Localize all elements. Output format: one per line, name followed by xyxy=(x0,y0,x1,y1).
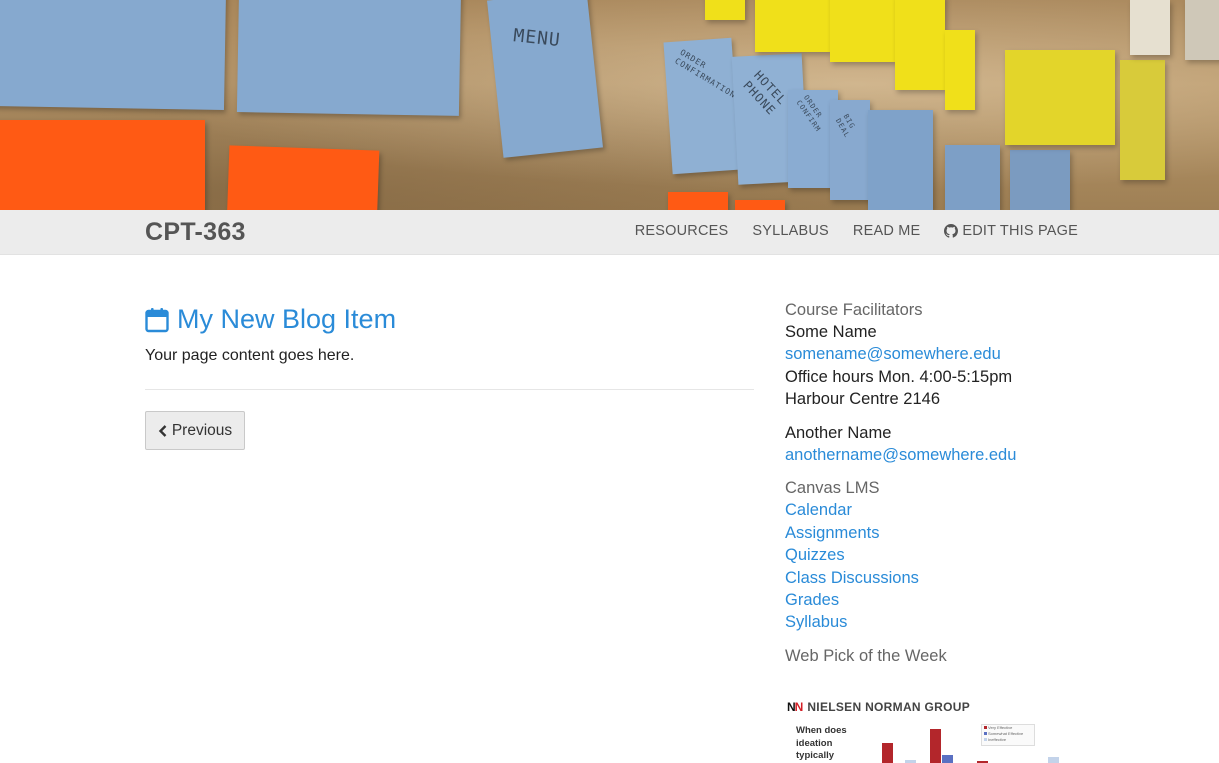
nng-logo: NN NIELSEN NORMAN GROUP xyxy=(787,700,970,714)
sticky-note xyxy=(945,30,975,110)
nav-link-label: RESOURCES xyxy=(634,223,729,239)
post-body: Your page content goes here. xyxy=(145,347,355,364)
previous-button-label: Previous xyxy=(171,421,233,439)
web-pick-image[interactable]: NN NIELSEN NORMAN GROUP When does ideati… xyxy=(785,697,1065,763)
sticky-note-menu: MENU xyxy=(487,0,603,158)
facilitator-email-link[interactable]: somename@somewhere.edu xyxy=(785,343,1085,365)
chevron-left-icon xyxy=(158,424,167,437)
sticky-note xyxy=(830,0,895,62)
sticky-note xyxy=(668,192,728,210)
sticky-note: BIG DEAL xyxy=(830,100,870,200)
chart-bar xyxy=(930,729,941,763)
office-room: Harbour Centre 2146 xyxy=(785,390,941,409)
sticky-note xyxy=(755,0,830,52)
canvas-link-discussions[interactable]: Class Discussions xyxy=(785,567,1085,589)
previous-button[interactable]: Previous xyxy=(145,411,245,450)
sticky-note xyxy=(1185,0,1219,60)
nng-logo-mark: NN xyxy=(787,700,803,714)
sticky-note xyxy=(226,145,380,210)
sticky-note xyxy=(945,145,1000,210)
nav-link-syllabus[interactable]: SYLLABUS xyxy=(752,223,829,239)
nav-link-label: SYLLABUS xyxy=(752,223,829,239)
post-title: My New Blog Item xyxy=(145,304,396,335)
canvas-link-quizzes[interactable]: Quizzes xyxy=(785,544,1085,566)
github-icon xyxy=(944,224,959,238)
facilitator-email-link[interactable]: anothername@somewhere.edu xyxy=(785,444,1085,466)
sticky-note xyxy=(0,120,205,210)
nav-link-resources[interactable]: RESOURCES xyxy=(635,223,729,239)
pick-question: When does ideation typically xyxy=(796,725,847,761)
note-text: ORDER CONFIRM xyxy=(794,93,824,134)
sticky-note xyxy=(868,110,933,210)
chart-bar xyxy=(942,755,953,763)
nav-link-edit-page[interactable]: EDIT THIS PAGE xyxy=(944,223,1078,239)
sticky-note xyxy=(1005,50,1115,145)
facilitator-name: Another Name xyxy=(785,423,892,442)
top-navbar: CPT-363 RESOURCES SYLLABUS READ ME EDIT … xyxy=(0,210,1219,255)
sticky-note xyxy=(1120,60,1165,180)
main-nav: RESOURCES SYLLABUS READ ME EDIT THIS PAG… xyxy=(635,223,1078,239)
canvas-heading: Canvas LMS xyxy=(785,479,880,498)
note-text: MENU xyxy=(512,25,562,52)
sticky-note xyxy=(705,0,745,20)
hero-banner: MENU ORDER CONFIRMATION HOTEL PHONE ORDE… xyxy=(0,0,1219,210)
note-text: BIG DEAL xyxy=(834,112,857,140)
nav-link-read-me[interactable]: READ ME xyxy=(853,223,920,239)
canvas-link-grades[interactable]: Grades xyxy=(785,589,1085,611)
sticky-note-order: ORDER CONFIRMATION xyxy=(663,37,741,175)
calendar-icon xyxy=(145,307,169,332)
facilitator-name: Some Name xyxy=(785,323,877,341)
site-brand[interactable]: CPT-363 xyxy=(145,218,246,247)
sticky-note xyxy=(0,0,227,111)
sticky-note xyxy=(895,0,945,90)
sticky-note xyxy=(1130,0,1170,55)
post-title-text[interactable]: My New Blog Item xyxy=(177,304,396,335)
note-text: ORDER CONFIRMATION xyxy=(673,47,738,101)
sidebar: Course Facilitators Some Name somename@s… xyxy=(785,299,1085,667)
facilitators-heading: Course Facilitators xyxy=(785,301,923,319)
nav-link-label: EDIT THIS PAGE xyxy=(962,223,1078,239)
divider xyxy=(145,389,754,390)
web-pick-heading: Web Pick of the Week xyxy=(785,646,947,665)
canvas-link-syllabus[interactable]: Syllabus xyxy=(785,611,1085,633)
canvas-link-assignments[interactable]: Assignments xyxy=(785,522,1085,544)
sticky-note xyxy=(236,0,462,116)
sticky-note xyxy=(1010,150,1070,210)
canvas-link-calendar[interactable]: Calendar xyxy=(785,499,1085,521)
chart-bar xyxy=(1048,757,1059,763)
office-hours: Office hours Mon. 4:00-5:15pm xyxy=(785,367,1013,386)
chart-bar xyxy=(882,743,893,763)
sticky-note xyxy=(735,200,785,210)
nav-link-label: READ ME xyxy=(852,223,921,239)
pick-legend: Very Effective Somewhat Effective Ineffe… xyxy=(981,724,1035,746)
nng-logo-text: NIELSEN NORMAN GROUP xyxy=(807,700,971,714)
